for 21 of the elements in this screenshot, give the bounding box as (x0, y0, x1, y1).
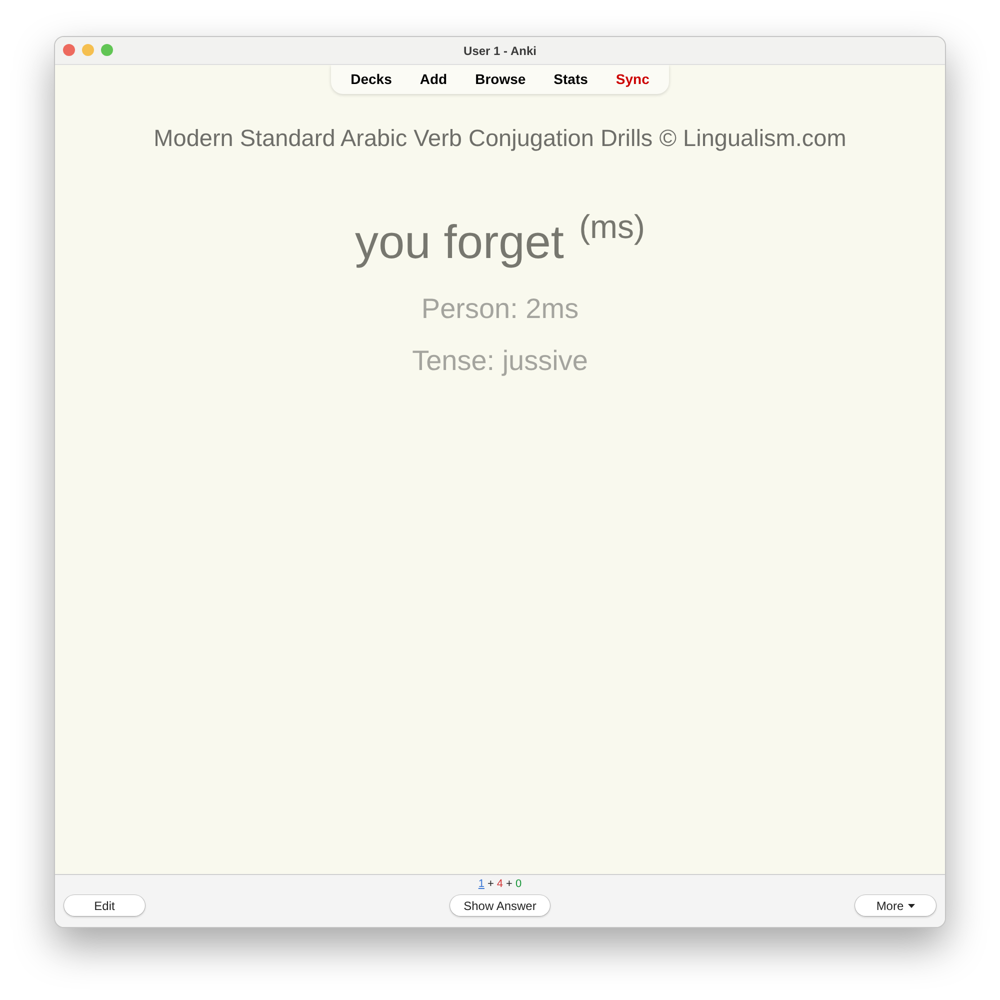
toolbar-link[interactable]: Sync (602, 69, 664, 90)
queue-count: 1 (478, 878, 484, 891)
deck-header: Modern Standard Arabic Verb Conjugation Drills © Lingualism.com (154, 124, 846, 153)
show-answer-button[interactable]: Show Answer (450, 895, 550, 916)
edit-button[interactable]: Edit (64, 895, 145, 916)
toolbar-link[interactable]: Add (406, 69, 462, 90)
plus-sign: + (487, 878, 494, 891)
plus-sign: + (506, 878, 512, 891)
card-field-text: Tense: jussive (412, 345, 588, 377)
card-field-text: Person: 2ms (421, 293, 579, 325)
zoom-icon[interactable] (101, 44, 113, 56)
window-title: User 1 - Anki (464, 42, 536, 60)
prompt-text: you forget $^{(ms)}$ (354, 215, 646, 269)
queue-count: 4 (496, 878, 504, 891)
more-button[interactable]: More (854, 895, 936, 916)
close-icon[interactable] (63, 44, 75, 56)
toolbar-link[interactable]: Browse (461, 69, 540, 90)
toolbar-link[interactable]: Stats (540, 69, 602, 90)
toolbar-link[interactable]: Decks (336, 69, 406, 90)
queue-count: 0 (515, 878, 522, 891)
minimize-icon[interactable] (82, 44, 94, 56)
